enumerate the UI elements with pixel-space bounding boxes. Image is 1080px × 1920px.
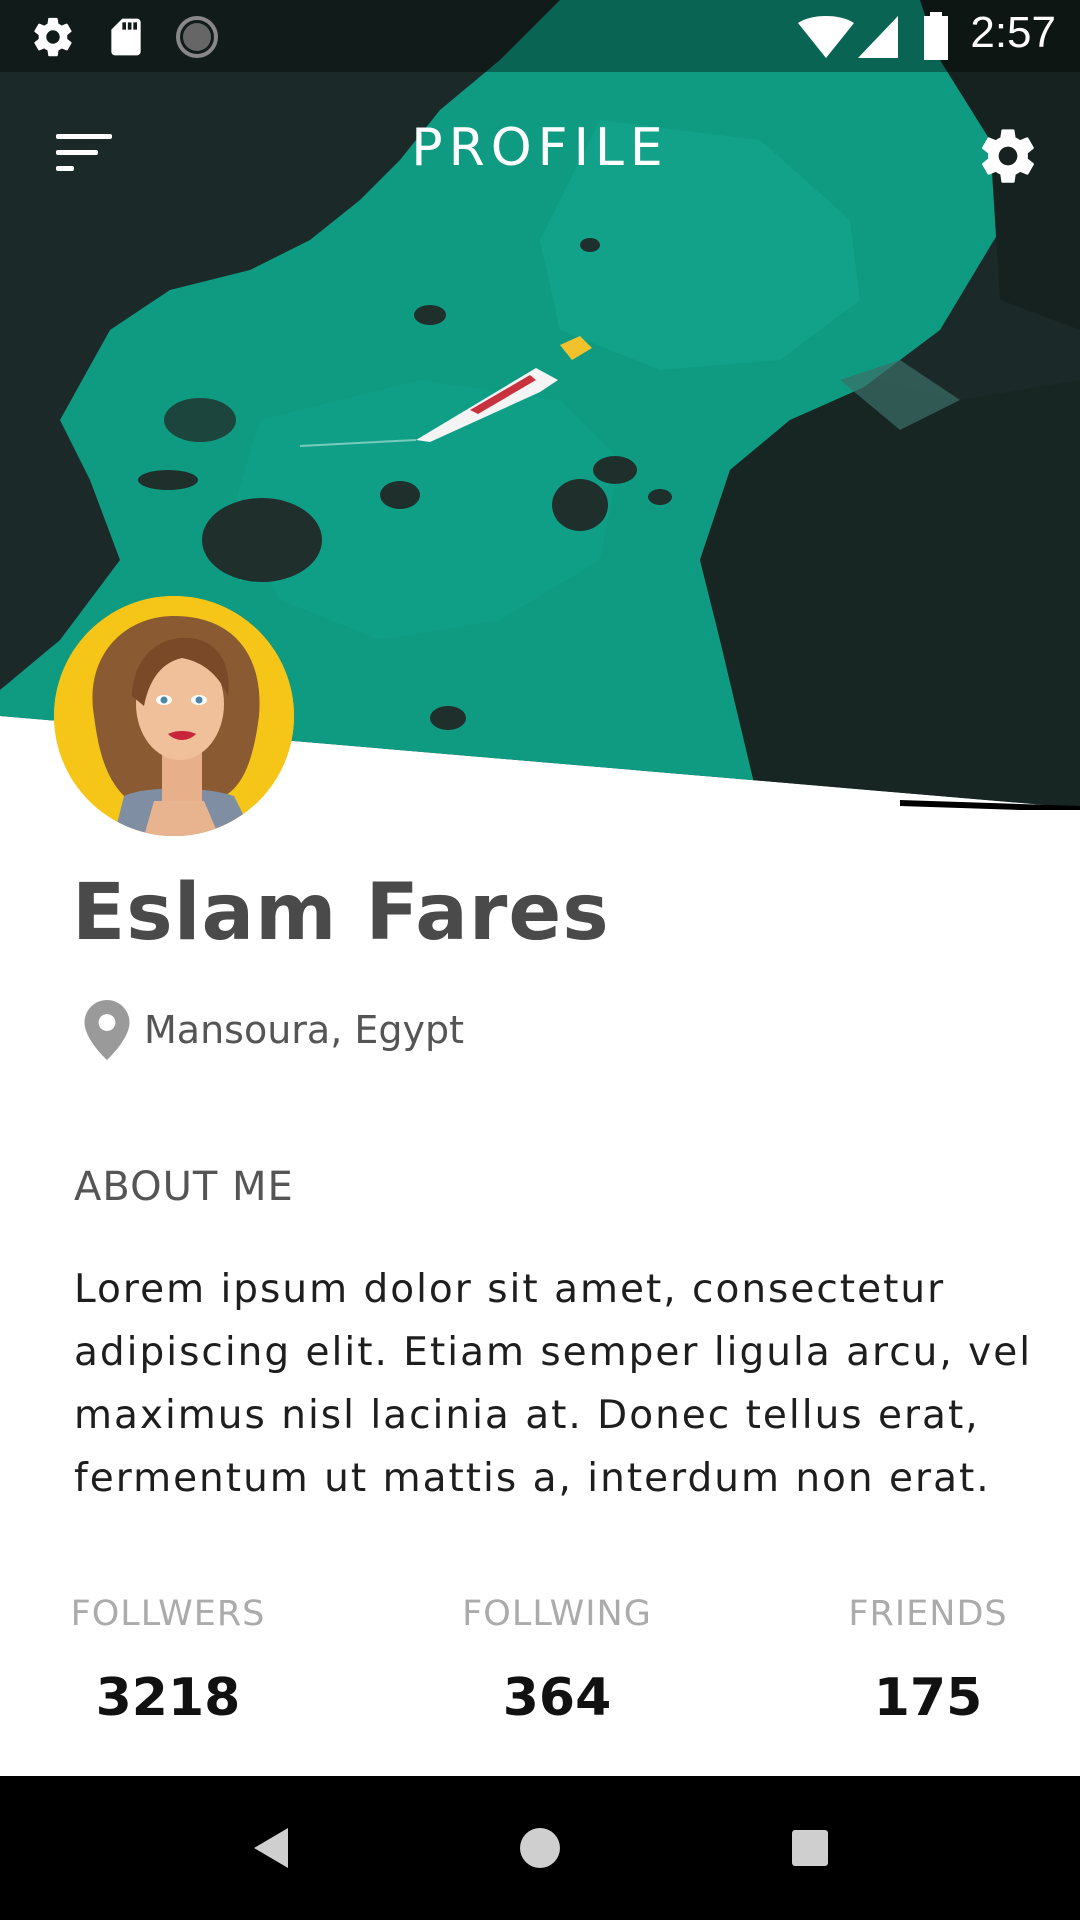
settings-button[interactable] [976,124,1040,188]
cell-signal-icon [858,16,898,58]
settings-icon [34,17,72,57]
about-title: ABOUT ME [74,1164,294,1210]
location-text: Mansoura, Egypt [144,1008,464,1052]
stat-friends[interactable]: FRIENDS 175 [798,1594,1058,1728]
battery-icon [924,12,948,60]
sd-card-icon [111,18,141,56]
navigation-bar [0,1776,1080,1920]
home-icon [520,1828,560,1868]
page-title: PROFILE [411,118,669,178]
stat-label: FOLLWERS [70,1594,266,1634]
wifi-icon [798,16,854,58]
avatar[interactable] [54,596,294,836]
stat-value: 175 [873,1668,983,1728]
back-button[interactable] [244,1820,300,1876]
location-pin-icon [84,1000,130,1060]
avatar-portrait-image [54,596,294,836]
home-button[interactable] [512,1820,568,1876]
status-bar: 2:57 [0,0,1080,72]
recents-icon [792,1830,828,1866]
sync-icon [176,16,218,58]
stat-label: FRIENDS [848,1594,1008,1634]
stat-following[interactable]: FOLLWING 364 [427,1594,687,1728]
back-icon [254,1828,288,1868]
location: Mansoura, Egypt [84,998,464,1062]
stat-label: FOLLWING [462,1594,652,1634]
recents-button[interactable] [782,1820,838,1876]
stat-value: 364 [502,1668,612,1728]
about-text: Lorem ipsum dolor sit amet, consectetur … [74,1267,1033,1501]
stat-value: 3218 [95,1668,241,1728]
gear-icon [982,129,1034,183]
stat-followers[interactable]: FOLLWERS 3218 [38,1594,298,1728]
profile-name: Eslam Fares [72,868,610,958]
status-time: 2:57 [970,8,1056,57]
